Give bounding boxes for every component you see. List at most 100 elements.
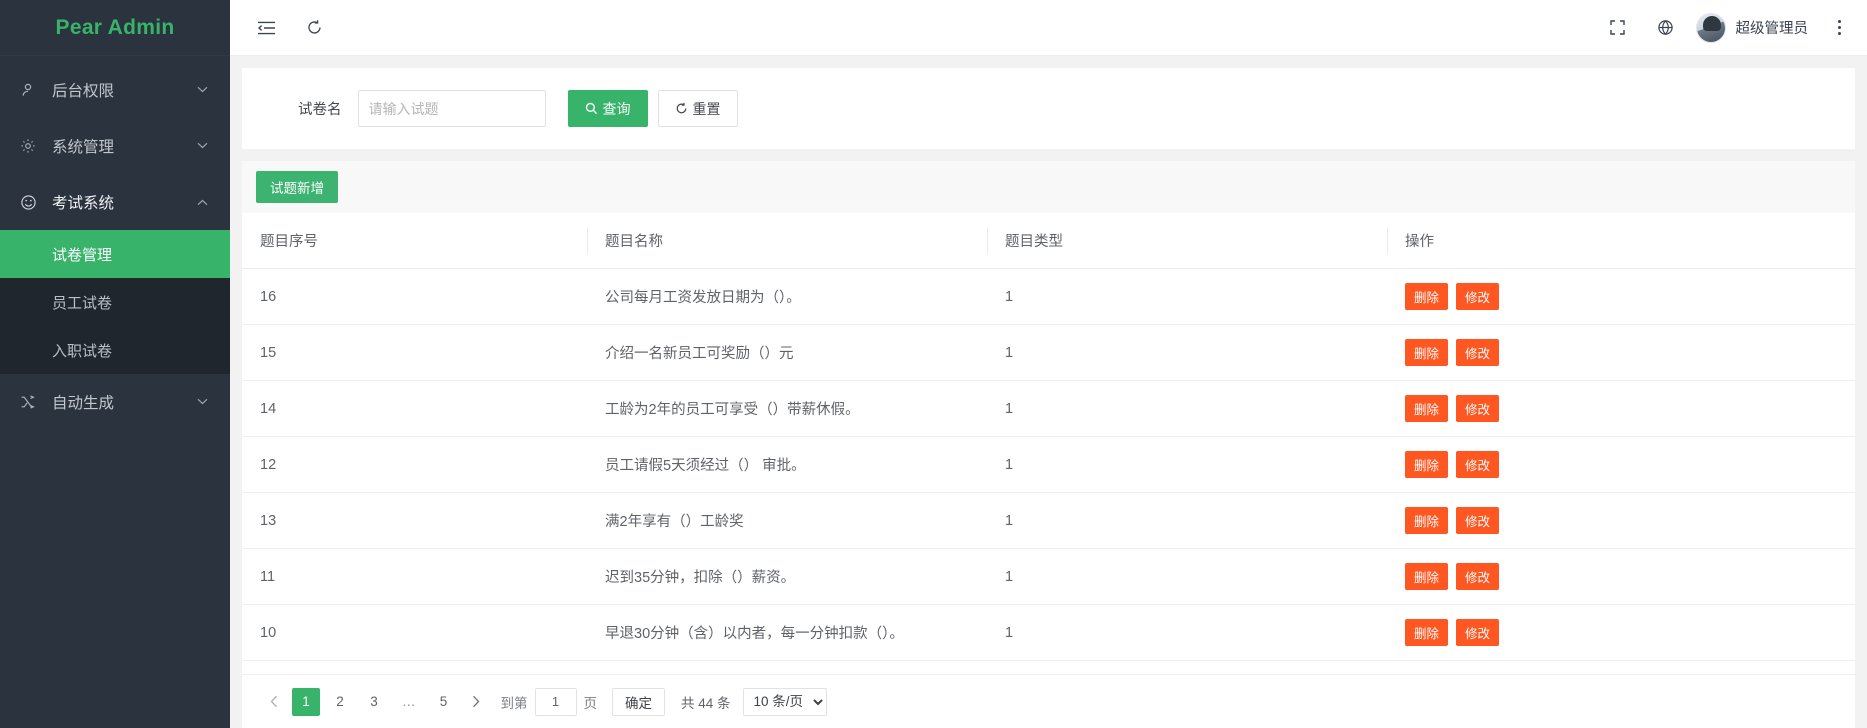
sidebar-nav: 后台权限 系统管理 考试系统 试卷管理 员工试卷 入职试卷 自动生成 <box>0 56 230 728</box>
cell-question-id: 15 <box>242 324 587 381</box>
chevron-left-icon[interactable] <box>262 688 286 716</box>
column-header-actions[interactable]: 操作 <box>1387 213 1855 269</box>
cell-actions: 删除修改 <box>1387 268 1855 325</box>
more-vertical-icon[interactable] <box>1834 14 1845 41</box>
delete-button[interactable]: 删除 <box>1405 451 1449 478</box>
table-scroll-region[interactable]: 题目序号 题目名称 题目类型 操作 16 公司每月工资发放日期为（）。 1 删除 修改 1… <box>242 213 1855 674</box>
cell-question-id: 14 <box>242 380 587 437</box>
cell-question-type: 1 <box>987 604 1387 661</box>
cell-question-id: 16 <box>242 268 587 325</box>
search-panel: 试卷名 查询 重置 <box>242 68 1855 149</box>
pagination-page-5[interactable]: 5 <box>430 688 458 716</box>
delete-button[interactable]: 删除 <box>1405 563 1449 590</box>
sidebar-item-label: 考试系统 <box>52 195 115 212</box>
table-row[interactable]: 15 介绍一名新员工可奖励（）元 1 删除 修改 <box>242 324 1855 381</box>
sidebar-item-label: 后台权限 <box>52 83 115 100</box>
sidebar-submenu-exam-system: 试卷管理 员工试卷 入职试卷 <box>0 230 230 374</box>
cell-question-name: 工龄为2年的员工可享受（）带薪休假。 <box>587 380 987 437</box>
sidebar-item-label: 自动生成 <box>52 395 115 412</box>
cell-question-type: 1 <box>987 548 1387 605</box>
edit-button[interactable]: 修改 <box>1456 507 1500 534</box>
edit-button[interactable]: 修改 <box>1456 339 1500 366</box>
add-question-button[interactable]: 试题新增 <box>256 171 338 203</box>
table-row[interactable]: 10 早退30分钟（含）以内者，每一分钟扣款（）。 1 删除 修改 <box>242 604 1855 661</box>
sidebar-item-system-management[interactable]: 系统管理 <box>0 118 230 174</box>
sidebar-item-paper-management[interactable]: 试卷管理 <box>0 230 230 278</box>
shuffle-icon <box>20 394 42 410</box>
delete-button[interactable]: 删除 <box>1405 339 1449 366</box>
reset-icon <box>675 102 688 115</box>
cell-question-id: 13 <box>242 492 587 549</box>
topbar: 超级管理员 <box>230 0 1867 56</box>
column-header-question-id[interactable]: 题目序号 <box>242 213 587 269</box>
cell-question-type: 1 <box>987 436 1387 493</box>
cell-actions: 删除修改 <box>1387 380 1855 437</box>
column-header-question-type[interactable]: 题目类型 <box>987 213 1387 269</box>
cell-question-id: 10 <box>242 604 587 661</box>
delete-button[interactable]: 删除 <box>1405 283 1449 310</box>
cell-actions: 删除修改 <box>1387 604 1855 661</box>
search-field-label: 试卷名 <box>298 102 342 118</box>
table-row[interactable]: 11 迟到35分钟，扣除（）薪资。 1 删除 修改 <box>242 548 1855 605</box>
cell-question-name: 满2年享有（）工龄奖 <box>587 492 987 549</box>
sidebar-item-onboarding-paper[interactable]: 入职试卷 <box>0 326 230 374</box>
username-label[interactable]: 超级管理员 <box>1736 17 1809 38</box>
table-row[interactable]: 12 员工请假5天须经过（） 审批。 1 删除 修改 <box>242 436 1855 493</box>
sidebar-subitem-label: 员工试卷 <box>52 294 113 312</box>
table-row[interactable]: 16 公司每月工资发放日期为（）。 1 删除 修改 <box>242 268 1855 325</box>
search-reset-button[interactable]: 重置 <box>657 90 738 127</box>
goto-confirm-button[interactable]: 确定 <box>612 687 665 716</box>
table-head: 题目序号 题目名称 题目类型 操作 <box>242 213 1855 269</box>
table-row[interactable]: 13 满2年享有（）工龄奖 1 删除 修改 <box>242 492 1855 549</box>
table-panel: 试题新增 题目序号 题目名称 题目类型 操作 16 公司每月工资发放日期为（）。… <box>242 161 1855 728</box>
cell-actions: 删除修改 <box>1387 548 1855 605</box>
cell-question-name: 介绍一名新员工可奖励（）元 <box>587 324 987 381</box>
fullscreen-icon[interactable] <box>1600 10 1636 46</box>
sidebar-item-exam-system[interactable]: 考试系统 <box>0 174 230 230</box>
cell-question-name: 公司每月工资发放日期为（）。 <box>587 268 987 325</box>
brand-logo[interactable]: Pear Admin <box>0 0 230 56</box>
table-row[interactable]: 9旷工一天扣除 （）薪资。1删除修改 <box>242 660 1855 674</box>
delete-button[interactable]: 删除 <box>1405 619 1449 646</box>
pagination-page-1[interactable]: 1 <box>292 687 320 716</box>
search-submit-button[interactable]: 查询 <box>567 90 648 127</box>
cell-question-id: 9 <box>242 660 587 674</box>
menu-collapse-icon[interactable] <box>248 10 284 46</box>
pagination-page-3[interactable]: 3 <box>360 688 388 716</box>
refresh-icon[interactable] <box>296 10 332 46</box>
pagination-page-2[interactable]: 2 <box>326 688 354 716</box>
sidebar-item-auto-generate[interactable]: 自动生成 <box>0 374 230 430</box>
delete-button[interactable]: 删除 <box>1405 395 1449 422</box>
edit-button[interactable]: 修改 <box>1456 451 1500 478</box>
goto-page-input[interactable] <box>534 687 577 716</box>
chevron-down-icon <box>197 86 208 93</box>
table-row[interactable]: 14 工龄为2年的员工可享受（）带薪休假。 1 删除 修改 <box>242 380 1855 437</box>
page-size-select[interactable]: 10 条/页20 条/页30 条/页40 条/页 <box>742 687 827 716</box>
edit-button[interactable]: 修改 <box>1456 283 1500 310</box>
search-input[interactable] <box>357 90 546 127</box>
table-body: 16 公司每月工资发放日期为（）。 1 删除 修改 15 介绍一名新员工可奖励（）元 1 删除修… <box>242 268 1855 674</box>
column-header-question-name[interactable]: 题目名称 <box>587 213 987 269</box>
chevron-right-icon[interactable] <box>464 688 488 716</box>
main-area: 超级管理员 试卷名 查询 <box>230 0 1867 728</box>
edit-button[interactable]: 修改 <box>1456 563 1500 590</box>
chevron-down-icon <box>197 142 208 149</box>
sidebar-item-backend-permission[interactable]: 后台权限 <box>0 62 230 118</box>
avatar[interactable] <box>1695 12 1726 43</box>
sidebar-item-employee-paper[interactable]: 员工试卷 <box>0 278 230 326</box>
cell-question-id: 12 <box>242 436 587 493</box>
goto-prefix-label: 到第 <box>500 695 528 711</box>
search-icon <box>585 102 598 115</box>
chevron-up-icon <box>197 199 208 206</box>
questions-table: 题目序号 题目名称 题目类型 操作 16 公司每月工资发放日期为（）。 1 删除 修改 1… <box>242 213 1855 674</box>
table-header-row: 题目序号 题目名称 题目类型 操作 <box>242 213 1855 269</box>
globe-icon[interactable] <box>1648 10 1684 46</box>
sidebar-subitem-label: 试卷管理 <box>52 246 113 264</box>
edit-button[interactable]: 修改 <box>1456 395 1500 422</box>
cell-question-type: 1 <box>987 268 1387 325</box>
delete-button[interactable]: 删除 <box>1405 507 1449 534</box>
total-count-label: 共 44 条 <box>681 695 731 711</box>
content-area: 试卷名 查询 重置 <box>230 56 1867 728</box>
edit-button[interactable]: 修改 <box>1456 619 1500 646</box>
cell-question-type: 1 <box>987 380 1387 437</box>
